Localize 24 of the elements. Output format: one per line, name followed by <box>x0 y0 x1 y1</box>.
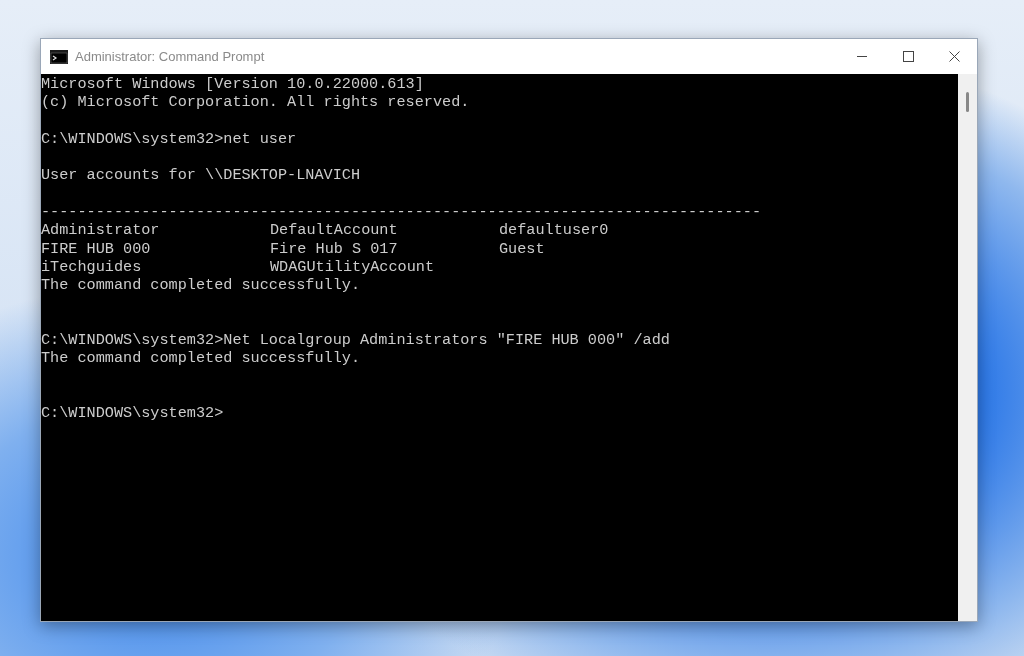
console-line: Microsoft Windows [Version 10.0.22000.613] <box>41 75 424 94</box>
account-name: iTechguides <box>41 257 142 277</box>
account-name: DefaultAccount <box>270 221 398 240</box>
console-line: (c) Microsoft Corporation. All rights reserved. <box>41 93 470 112</box>
account-name: defaultuser0 <box>499 221 609 240</box>
console-line: C:\WINDOWS\system32>net user <box>41 129 297 149</box>
console-line: The command completed successfully. <box>41 349 360 368</box>
close-icon <box>948 51 960 62</box>
maximize-icon <box>902 51 914 62</box>
console-line: User accounts for \\DESKTOP-LNAVICH <box>41 166 360 185</box>
account-name: WDAGUtilityAccount <box>270 257 435 277</box>
account-name: Administrator <box>41 221 160 240</box>
terminal-icon <box>50 49 68 64</box>
account-name: FIRE HUB 000 <box>41 239 151 258</box>
scrollbar[interactable] <box>958 74 977 621</box>
console-line: The command completed successfully. <box>41 276 360 295</box>
console-line: C:\WINDOWS\system32> <box>41 404 224 423</box>
account-name: Fire Hub S 017 <box>270 239 398 258</box>
console-line: ------------------------------------------------------------------------------- <box>41 203 761 222</box>
window-title: Administrator: Command Prompt <box>75 47 265 66</box>
console-line: C:\WINDOWS\system32>Net Localgroup Administrators "FIRE HUB 000" /add <box>41 331 670 350</box>
account-name: Guest <box>499 239 545 258</box>
minimize-icon <box>857 56 867 57</box>
scrollbar-thumb[interactable] <box>966 92 969 112</box>
